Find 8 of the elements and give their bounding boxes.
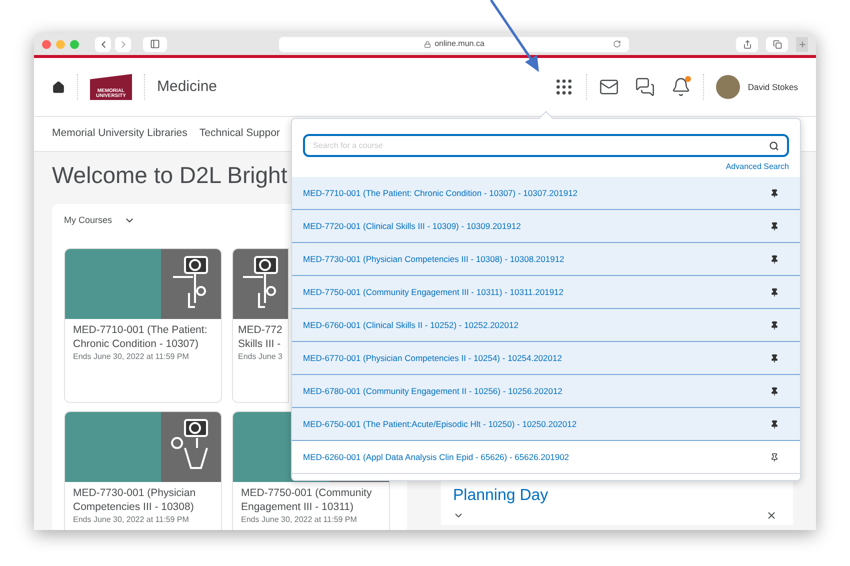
course-end-date: Ends June 30, 2022 at 11:59 PM — [241, 514, 358, 526]
welcome-heading: Welcome to D2L Bright — [52, 161, 288, 190]
site-title: Medicine — [157, 76, 218, 97]
announcement-title: Planning Day — [453, 486, 548, 506]
course-end-date: Ends June 30, 2022 at 11:59 PM — [73, 350, 190, 362]
course-end-date: Ends June 30, 2022 at 11:59 PM — [73, 514, 190, 526]
url-text: online.mun.ca — [434, 38, 484, 50]
course-end-date: Ends June 3 — [238, 350, 283, 362]
